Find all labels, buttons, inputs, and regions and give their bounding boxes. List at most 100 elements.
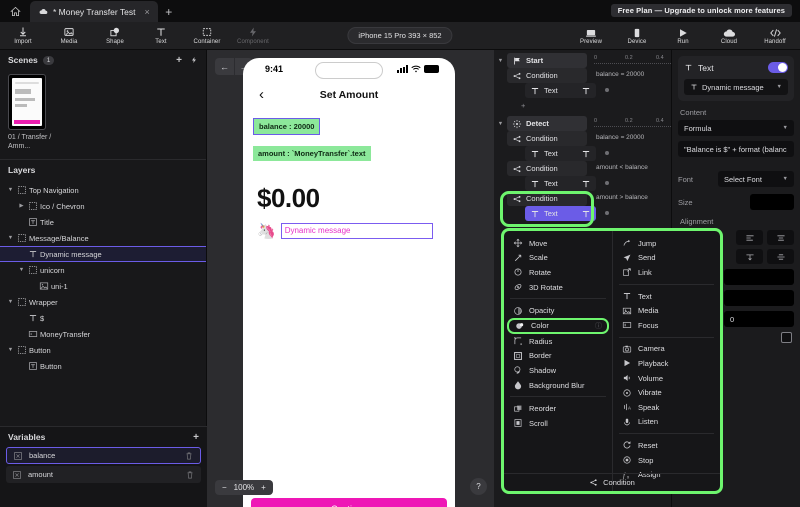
graph-condition-row[interactable]: Condition amount > balance <box>494 191 671 206</box>
layer-caret[interactable]: ▶ <box>17 203 26 209</box>
condition-node[interactable]: Condition <box>507 131 587 146</box>
menu-item-stop[interactable]: Stop <box>613 453 720 468</box>
menu-item-border[interactable]: Border <box>504 349 612 364</box>
menu-item-volume[interactable]: Volume <box>613 371 720 386</box>
info-icon[interactable]: ⓘ <box>595 321 602 331</box>
continue-button[interactable]: Continue <box>251 498 447 507</box>
menu-item-link[interactable]: Link <box>613 265 720 280</box>
tool-text[interactable]: Text <box>138 22 184 50</box>
variable-row[interactable]: balance <box>6 447 201 464</box>
new-tab-button[interactable]: + <box>158 1 180 22</box>
menu-item-scale[interactable]: Scale <box>504 251 612 266</box>
menu-item-3d-rotate[interactable]: 3D Rotate <box>504 280 612 295</box>
zoom-in-button[interactable]: + <box>261 483 266 492</box>
help-button[interactable]: ? <box>470 478 487 495</box>
layer-row[interactable]: ▼ Message/Balance <box>0 230 206 246</box>
layer-row[interactable]: ▶ Ico / Chevron <box>0 198 206 214</box>
tool-handoff[interactable]: Handoff <box>752 22 798 50</box>
menu-item-reset[interactable]: Reset <box>613 438 720 453</box>
numeric-field[interactable]: 0 <box>724 311 794 327</box>
menu-item-playback[interactable]: Playback <box>613 356 720 371</box>
layer-row[interactable]: ▼$ <box>0 310 206 326</box>
tool-cloud[interactable]: Cloud <box>706 22 752 50</box>
response-toggle[interactable] <box>768 62 788 73</box>
graph-response-row[interactable]: Text <box>494 146 671 161</box>
layer-caret[interactable]: ▼ <box>17 267 26 273</box>
trigger-node[interactable]: Detect <box>507 116 587 131</box>
graph-add-row[interactable]: + <box>494 98 671 113</box>
menu-item-camera[interactable]: Camera <box>613 342 720 357</box>
layer-row[interactable]: ▼ Wrapper <box>0 294 206 310</box>
response-node[interactable]: Text <box>525 206 596 221</box>
align-middle-icon[interactable] <box>767 249 794 264</box>
device-selector[interactable]: iPhone 15 Pro 393 × 852 <box>347 27 453 44</box>
tool-run[interactable]: Run <box>660 22 706 50</box>
condition-node[interactable]: Condition <box>507 161 587 176</box>
graph-condition-row[interactable]: Condition balance = 20000 <box>494 131 671 146</box>
align-top-icon[interactable] <box>736 249 763 264</box>
extra-field-1[interactable] <box>724 269 794 285</box>
tool-preview[interactable]: Preview <box>568 22 614 50</box>
condition-node[interactable]: Condition <box>507 68 587 83</box>
layer-row[interactable]: ▼ Button <box>0 342 206 358</box>
menu-item-focus[interactable]: Focus <box>613 318 720 333</box>
layer-row[interactable]: ▼uni-1 <box>0 278 206 294</box>
menu-item-vibrate[interactable]: Vibrate <box>613 385 720 400</box>
extra-field-2[interactable] <box>724 290 794 306</box>
menu-item-scroll[interactable]: Scroll <box>504 416 612 431</box>
layer-caret[interactable]: ▼ <box>6 347 15 353</box>
group-caret[interactable]: ▼ <box>494 58 507 64</box>
align-center-icon[interactable] <box>767 230 794 245</box>
target-layer-select[interactable]: Dynamic message ▼ <box>684 79 788 95</box>
tool-shape[interactable]: Shape <box>92 22 138 50</box>
layer-caret[interactable]: ▼ <box>6 187 15 193</box>
phone-preview[interactable]: 9:41 ‹ Set Amount balance : 20000 amount… <box>243 58 455 507</box>
menu-item-speak[interactable]: A Speak <box>613 400 720 415</box>
response-node[interactable]: Text <box>525 83 596 98</box>
tool-import[interactable]: Import <box>0 22 46 50</box>
group-caret[interactable]: ▼ <box>494 121 507 127</box>
layer-row[interactable]: ▼Title <box>0 214 206 230</box>
add-variable-button[interactable]: + <box>193 432 199 443</box>
graph-trigger-row[interactable]: ▼Start00.20.40.6 <box>494 53 671 68</box>
layer-row[interactable]: ▼ Top Navigation <box>0 182 206 198</box>
canvas-back-button[interactable]: ← <box>215 58 234 75</box>
layer-caret[interactable]: ▼ <box>6 299 15 305</box>
tool-container[interactable]: Container <box>184 22 230 50</box>
menu-item-rotate[interactable]: Rotate <box>504 265 612 280</box>
response-node[interactable]: Text <box>525 146 596 161</box>
color-swatch[interactable] <box>781 332 792 343</box>
align-left-icon[interactable] <box>736 230 763 245</box>
menu-item-color[interactable]: Color ⓘ <box>507 317 609 334</box>
close-icon[interactable]: × <box>145 7 150 17</box>
scene-thumbnail[interactable] <box>8 74 46 130</box>
menu-item-radius[interactable]: Radius <box>504 334 612 349</box>
formula-input[interactable]: "Balance is $" + format (balanc <box>678 141 794 157</box>
menu-item-jump[interactable]: Jump <box>613 236 720 251</box>
add-response-button[interactable]: + <box>516 98 596 113</box>
menu-item-text[interactable]: Text <box>613 289 720 304</box>
delete-variable-icon[interactable] <box>185 470 195 480</box>
menu-item-reorder[interactable]: Reorder <box>504 401 612 416</box>
variable-row[interactable]: amount <box>6 466 201 483</box>
menu-item-send[interactable]: Send <box>613 251 720 266</box>
dynamic-message-layer[interactable]: Dynamic message <box>280 223 433 239</box>
menu-item-shadow[interactable]: Shadow <box>504 363 612 378</box>
font-select[interactable]: Select Font ▼ <box>718 171 794 187</box>
add-scene-button[interactable]: + <box>176 55 182 66</box>
canvas-area[interactable]: ← → 9:41 ‹ Set Amount <box>207 50 494 507</box>
delete-variable-icon[interactable] <box>184 451 194 461</box>
tool-media[interactable]: Media <box>46 22 92 50</box>
size-input[interactable] <box>750 194 794 210</box>
menu-item-media[interactable]: Media <box>613 303 720 318</box>
plan-badge[interactable]: Free Plan — Upgrade to unlock more featu… <box>610 4 792 17</box>
scene-bolt-icon[interactable] <box>190 55 198 66</box>
graph-trigger-row[interactable]: ▼Detect00.20.40.6 <box>494 116 671 131</box>
content-type-select[interactable]: Formula ▼ <box>678 120 794 136</box>
layer-row[interactable]: ▼ unicorn <box>0 262 206 278</box>
layer-caret[interactable]: ▼ <box>6 235 15 241</box>
tool-component[interactable]: Component <box>230 22 276 50</box>
trigger-node[interactable]: Start <box>507 53 587 68</box>
layer-row[interactable]: ▼MoneyTransfer <box>0 326 206 342</box>
condition-node[interactable]: Condition <box>507 191 587 206</box>
